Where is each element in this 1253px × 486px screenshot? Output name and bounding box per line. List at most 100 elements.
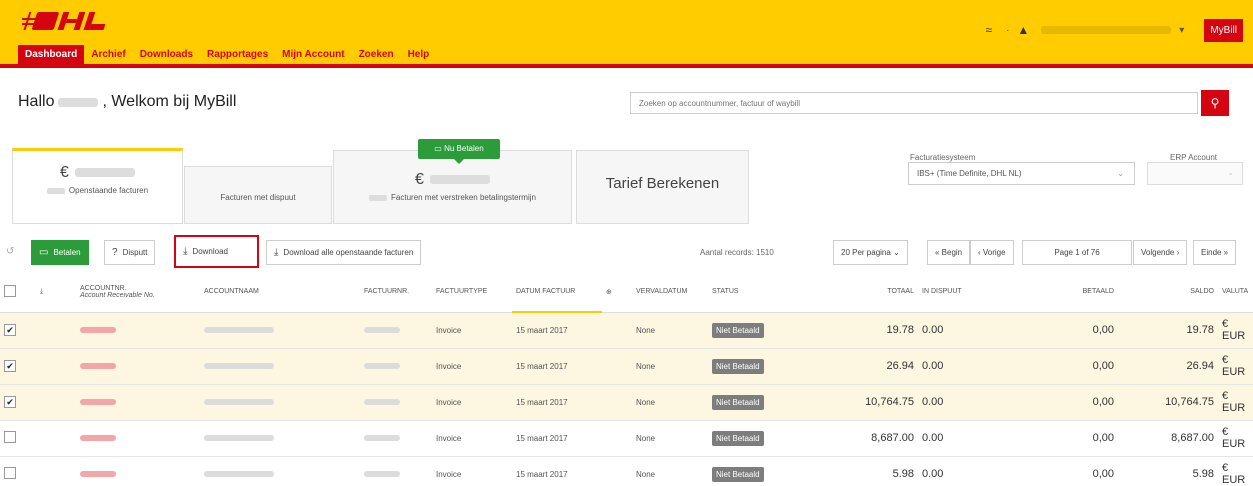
flag-icon[interactable]: ≈ xyxy=(985,23,992,37)
invoice-number-redacted[interactable] xyxy=(364,434,400,441)
nav-rapportages[interactable]: Rapportages xyxy=(200,45,275,64)
row-checkbox[interactable] xyxy=(4,467,16,479)
col-paid[interactable]: BETAALD xyxy=(1018,272,1118,313)
table-row[interactable]: ✔ Invoice 15 maart 2017 None Niet Betaal… xyxy=(0,312,1253,349)
nav-mijn-account[interactable]: Mijn Account xyxy=(275,45,351,64)
col-due-date[interactable]: VERVALDATUM xyxy=(632,272,708,313)
account-number-cell[interactable] xyxy=(76,420,200,457)
select-all-header[interactable] xyxy=(0,272,36,313)
account-number-cell[interactable] xyxy=(76,456,200,486)
download-button[interactable]: ⤓ Download xyxy=(174,235,259,268)
select-all-checkbox[interactable] xyxy=(4,284,16,297)
col-invoice-date[interactable]: DATUM FACTUUR xyxy=(512,272,602,313)
add-column-header[interactable]: ⊕ xyxy=(602,272,632,313)
due-date-cell: None xyxy=(632,312,708,349)
account-number-redacted[interactable] xyxy=(80,362,116,369)
per-page-select[interactable]: 20 Per pagina ⌄ xyxy=(833,240,908,265)
account-name-cell xyxy=(200,384,360,421)
col-total[interactable]: TOTAAL xyxy=(838,272,918,313)
account-number-redacted[interactable] xyxy=(80,434,116,441)
row-checkbox[interactable] xyxy=(4,431,16,443)
pay-now-label: Nu Betalen xyxy=(444,144,484,153)
dhl-logo[interactable] xyxy=(20,10,112,32)
mybill-button[interactable]: MyBill xyxy=(1204,18,1243,42)
status-cell: Niet Betaald xyxy=(708,384,838,421)
refresh-icon[interactable]: ↺ xyxy=(6,246,14,257)
table-row[interactable]: Invoice 15 maart 2017 None Niet Betaald … xyxy=(0,456,1253,486)
begin-button[interactable]: « Begin xyxy=(927,240,971,265)
search-field[interactable] xyxy=(630,92,1198,114)
invoice-number-redacted[interactable] xyxy=(364,470,400,477)
col-currency[interactable]: VALUTA xyxy=(1218,272,1253,313)
row-checkbox[interactable]: ✔ xyxy=(4,324,16,336)
empty-cell xyxy=(602,312,632,349)
col-account-number[interactable]: ACCOUNTNR. Account Receivable No. xyxy=(76,272,200,313)
nav-downloads[interactable]: Downloads xyxy=(133,45,200,64)
currency-cell: € EUR xyxy=(1218,384,1253,421)
invoice-number-cell[interactable] xyxy=(360,456,432,486)
pay-now-button[interactable]: ▭ Nu Betalen xyxy=(418,139,500,164)
invoice-number-redacted[interactable] xyxy=(364,362,400,369)
card-tariff-calculate[interactable]: Tarief Berekenen xyxy=(576,150,749,224)
download-all-button[interactable]: ⤓ Download alle openstaande facturen xyxy=(266,240,422,265)
pay-label: Betalen xyxy=(53,248,81,257)
nav-zoeken[interactable]: Zoeken xyxy=(352,45,401,64)
due-date-cell: None xyxy=(632,420,708,457)
col-balance[interactable]: SALDO xyxy=(1118,272,1218,313)
account-name-redacted xyxy=(204,326,274,333)
next-button[interactable]: Volgende › xyxy=(1133,240,1188,265)
col-account-name[interactable]: ACCOUNTNAAM xyxy=(200,272,360,313)
account-number-redacted[interactable] xyxy=(80,398,116,405)
col-invoice-number[interactable]: FACTUURNR. xyxy=(360,272,432,313)
chevron-down-icon[interactable]: ▾ xyxy=(1179,25,1184,36)
dispute-label: Facturen met dispuut xyxy=(220,193,296,202)
card-icon: ▭ xyxy=(434,144,442,153)
search-button[interactable]: ⚲ xyxy=(1201,90,1229,116)
separator: · xyxy=(1006,24,1010,36)
card-overdue-invoices[interactable]: € Facturen met verstreken betalingstermi… xyxy=(333,150,572,224)
col-disputed[interactable]: IN DISPUUT xyxy=(918,272,1018,313)
user-name-redacted[interactable] xyxy=(1041,26,1172,34)
search-input[interactable] xyxy=(631,93,1197,113)
col-invoice-type[interactable]: FACTUURTYPE xyxy=(432,272,512,313)
account-number-cell[interactable] xyxy=(76,384,200,421)
invoice-number-cell[interactable] xyxy=(360,384,432,421)
total-cell: 19.78 xyxy=(838,312,918,349)
row-checkbox[interactable]: ✔ xyxy=(4,396,16,408)
invoice-number-cell[interactable] xyxy=(360,420,432,457)
next-label: Volgende › xyxy=(1141,248,1180,257)
invoice-number-redacted[interactable] xyxy=(364,326,400,333)
account-number-cell[interactable] xyxy=(76,348,200,385)
invoice-date-cell: 15 maart 2017 xyxy=(512,420,602,457)
nav-archief[interactable]: Archief xyxy=(84,45,132,64)
page-indicator: Page 1 of 76 xyxy=(1022,240,1132,265)
table-row[interactable]: Invoice 15 maart 2017 None Niet Betaald … xyxy=(0,420,1253,457)
dispute-button[interactable]: ? Disputt xyxy=(104,240,156,265)
prev-button[interactable]: ‹ Vorige xyxy=(970,240,1014,265)
header-divider xyxy=(0,64,1253,68)
nav-dashboard[interactable]: Dashboard xyxy=(18,45,85,64)
user-first-name-redacted xyxy=(58,97,99,107)
status-badge: Niet Betaald xyxy=(712,358,764,374)
billing-system-select[interactable]: IBS+ (Time Definite, DHL NL) ⌄ xyxy=(908,162,1135,185)
invoice-number-cell[interactable] xyxy=(360,348,432,385)
account-number-redacted[interactable] xyxy=(80,326,116,333)
table-row[interactable]: ✔ Invoice 15 maart 2017 None Niet Betaal… xyxy=(0,348,1253,385)
card-disputed-invoices[interactable]: Facturen met dispuut xyxy=(184,166,332,224)
row-checkbox[interactable]: ✔ xyxy=(4,360,16,372)
erp-account-select[interactable]: ⌄ xyxy=(1147,162,1243,185)
add-column-icon[interactable]: ⊕ xyxy=(606,289,612,296)
col-status[interactable]: STATUS xyxy=(708,272,838,313)
account-number-cell[interactable] xyxy=(76,312,200,349)
download-all-label: Download alle openstaande facturen xyxy=(283,248,414,257)
account-number-redacted[interactable] xyxy=(80,470,116,477)
invoice-number-redacted[interactable] xyxy=(364,398,400,405)
download-icon[interactable]: ⤓ xyxy=(40,288,43,295)
invoice-number-cell[interactable] xyxy=(360,312,432,349)
table-row[interactable]: ✔ Invoice 15 maart 2017 None Niet Betaal… xyxy=(0,384,1253,421)
end-button[interactable]: Einde » xyxy=(1193,240,1237,265)
pay-button[interactable]: ▭ Betalen xyxy=(31,240,89,265)
chevron-down-icon: ⌄ xyxy=(1117,169,1124,178)
nav-help[interactable]: Help xyxy=(401,45,437,64)
card-open-invoices[interactable]: € Openstaande facturen xyxy=(12,148,183,224)
